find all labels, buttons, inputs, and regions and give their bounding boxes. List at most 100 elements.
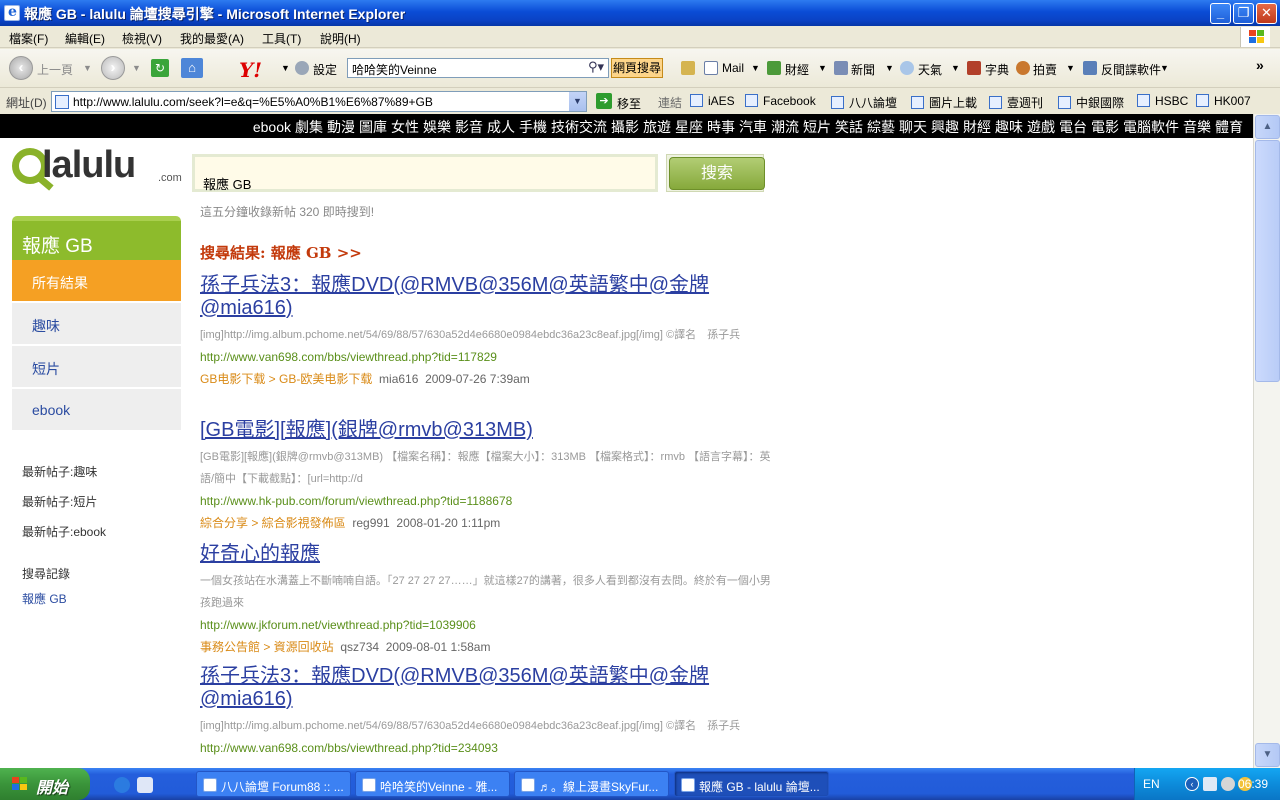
toolbar-search-input[interactable]: 哈哈笑的Veinne ⚲▾ [347, 58, 609, 78]
site-search-input[interactable]: 報應 GB [192, 154, 658, 192]
result-user[interactable]: reg991 [352, 516, 389, 530]
back-arrow-icon[interactable]: ‹ [9, 56, 33, 80]
auction-icon[interactable] [1016, 61, 1030, 75]
web-search-button[interactable]: 網頁搜尋 [611, 58, 663, 78]
dictionary-button[interactable]: 字典 [985, 61, 1009, 78]
result-title[interactable]: 好奇心的報應 [200, 543, 780, 566]
category-link[interactable]: 女性 [391, 119, 419, 135]
tray-collapse-icon[interactable]: ‹ [1185, 777, 1199, 791]
go-arrow-icon[interactable]: ➔ [596, 93, 612, 109]
sidebar-item-fun[interactable]: 趣味 [12, 303, 181, 345]
menu-edit[interactable]: 編輯(E) [65, 30, 105, 47]
category-link[interactable]: 汽車 [739, 119, 767, 135]
finance-button[interactable]: 財經 [785, 61, 809, 78]
link-boci[interactable]: 中銀國際 [1058, 94, 1124, 111]
result-category[interactable]: GB电影下载 > GB-欧美电影下载 [200, 372, 372, 386]
weather-button[interactable]: 天氣 [918, 61, 942, 78]
scroll-thumb[interactable] [1255, 140, 1280, 382]
close-button[interactable]: ✕ [1256, 3, 1277, 24]
result-category[interactable]: 綜合分享 > 綜合影視發佈區 [200, 516, 346, 530]
news-icon[interactable] [834, 61, 848, 75]
language-indicator[interactable]: EN [1143, 777, 1160, 791]
auction-dropdown-icon[interactable]: ▼ [1066, 63, 1075, 73]
result-title[interactable]: 孫子兵法3：報應DVD(@RMVB@356M@英語繁中@金牌@mia616) [200, 274, 780, 320]
back-button-label[interactable]: 上一頁 [37, 61, 73, 78]
link-forum88[interactable]: 八八論壇 [831, 94, 897, 111]
category-link[interactable]: 電影 [1091, 119, 1119, 135]
site-search-button[interactable]: 搜索 [666, 154, 765, 192]
category-link[interactable]: 電腦軟件 [1123, 119, 1179, 135]
category-link[interactable]: 動漫 [327, 119, 355, 135]
category-link[interactable]: 聊天 [899, 119, 927, 135]
link-hsbc[interactable]: HSBC [1137, 94, 1188, 108]
taskbar-item-lalulu[interactable]: 報應 GB - lalulu 論壇... [674, 771, 829, 797]
address-input[interactable]: http://www.lalulu.com/seek?l=e&q=%E5%A0%… [51, 91, 587, 112]
category-link[interactable]: 綜藝 [867, 119, 895, 135]
dictionary-icon[interactable] [967, 61, 981, 75]
forward-arrow-icon[interactable]: › [101, 56, 125, 80]
settings-button[interactable]: 設定 [313, 61, 337, 78]
category-link[interactable]: 劇集 [295, 119, 323, 135]
menu-file[interactable]: 檔案(F) [9, 30, 48, 47]
yahoo-logo[interactable]: Y! [239, 58, 262, 82]
result-user[interactable]: mia616 [379, 372, 418, 386]
result-url[interactable]: http://www.van698.com/bbs/viewthread.php… [200, 346, 780, 368]
result-category[interactable]: 事務公告館 > 資源回收站 [200, 640, 334, 654]
category-link[interactable]: 手機 [519, 119, 547, 135]
weather-icon[interactable] [900, 61, 914, 75]
mail-button[interactable]: Mail [722, 61, 744, 75]
network-icon[interactable] [1203, 777, 1217, 791]
link-iaes[interactable]: iAES [690, 94, 735, 108]
menu-tools[interactable]: 工具(T) [262, 30, 301, 47]
category-link[interactable]: 影音 [455, 119, 483, 135]
minimize-button[interactable]: _ [1210, 3, 1231, 24]
category-link[interactable]: ebook [253, 119, 291, 135]
mail-dropdown-icon[interactable]: ▼ [751, 63, 760, 73]
news-dropdown-icon[interactable]: ▼ [885, 63, 894, 73]
category-link[interactable]: 星座 [675, 119, 703, 135]
address-url[interactable]: http://www.lalulu.com/seek?l=e&q=%E5%A0%… [73, 95, 433, 109]
news-button[interactable]: 新聞 [851, 61, 875, 78]
search-history-item[interactable]: 報應 GB [22, 590, 67, 607]
link-hk007[interactable]: HK007 [1196, 94, 1251, 108]
finance-dropdown-icon[interactable]: ▼ [818, 63, 827, 73]
weather-dropdown-icon[interactable]: ▼ [951, 63, 960, 73]
category-link[interactable]: 電台 [1059, 119, 1087, 135]
category-link[interactable]: 短片 [803, 119, 831, 135]
maximize-button[interactable]: ❐ [1233, 3, 1254, 24]
taskbar-item-skyfur[interactable]: ♬。線上漫畫SkyFur... [514, 771, 669, 797]
finance-icon[interactable] [767, 61, 781, 75]
lalulu-logo[interactable]: lalulu .com [12, 144, 182, 194]
shield-icon[interactable] [1083, 61, 1097, 75]
menu-help[interactable]: 說明(H) [320, 30, 361, 47]
address-dropdown-icon[interactable]: ▼ [569, 92, 586, 111]
scroll-down-icon[interactable]: ▼ [1255, 743, 1280, 767]
link-image-upload[interactable]: 圖片上載 [911, 94, 977, 111]
menu-view[interactable]: 檢視(V) [122, 30, 162, 47]
start-button[interactable]: 開始 [0, 768, 90, 800]
go-label[interactable]: 移至 [617, 95, 641, 112]
volume-icon[interactable] [1221, 777, 1235, 791]
result-url[interactable]: http://www.van698.com/bbs/viewthread.php… [200, 737, 780, 759]
category-link[interactable]: 財經 [963, 119, 991, 135]
latest-posts-fun[interactable]: 最新帖子:趣味 [22, 463, 97, 480]
magnifier-icon[interactable]: ⚲▾ [588, 59, 604, 75]
category-link[interactable]: 技術交流 [551, 119, 607, 135]
category-link[interactable]: 興趣 [931, 119, 959, 135]
taskbar-item-forum88[interactable]: 八八論壇 Forum88 :: ... [196, 771, 351, 797]
mail-icon[interactable] [704, 61, 718, 75]
category-link[interactable]: 遊戲 [1027, 119, 1055, 135]
category-link[interactable]: 娛樂 [423, 119, 451, 135]
vertical-scrollbar[interactable]: ▲ ▼ [1253, 114, 1280, 768]
category-link[interactable]: 體育 [1215, 119, 1243, 135]
latest-posts-clips[interactable]: 最新帖子:短片 [22, 493, 97, 510]
category-link[interactable]: 笑話 [835, 119, 863, 135]
latest-posts-ebook[interactable]: 最新帖子:ebook [22, 523, 106, 540]
category-link[interactable]: 音樂 [1183, 119, 1211, 135]
category-link[interactable]: 圖庫 [359, 119, 387, 135]
sidebar-item-clips[interactable]: 短片 [12, 346, 181, 388]
menu-favorites[interactable]: 我的最愛(A) [180, 30, 244, 47]
sidebar-item-ebook[interactable]: ebook [12, 389, 181, 431]
yahoo-dropdown-icon[interactable]: ▼ [281, 63, 290, 73]
category-link[interactable]: 旅遊 [643, 119, 671, 135]
